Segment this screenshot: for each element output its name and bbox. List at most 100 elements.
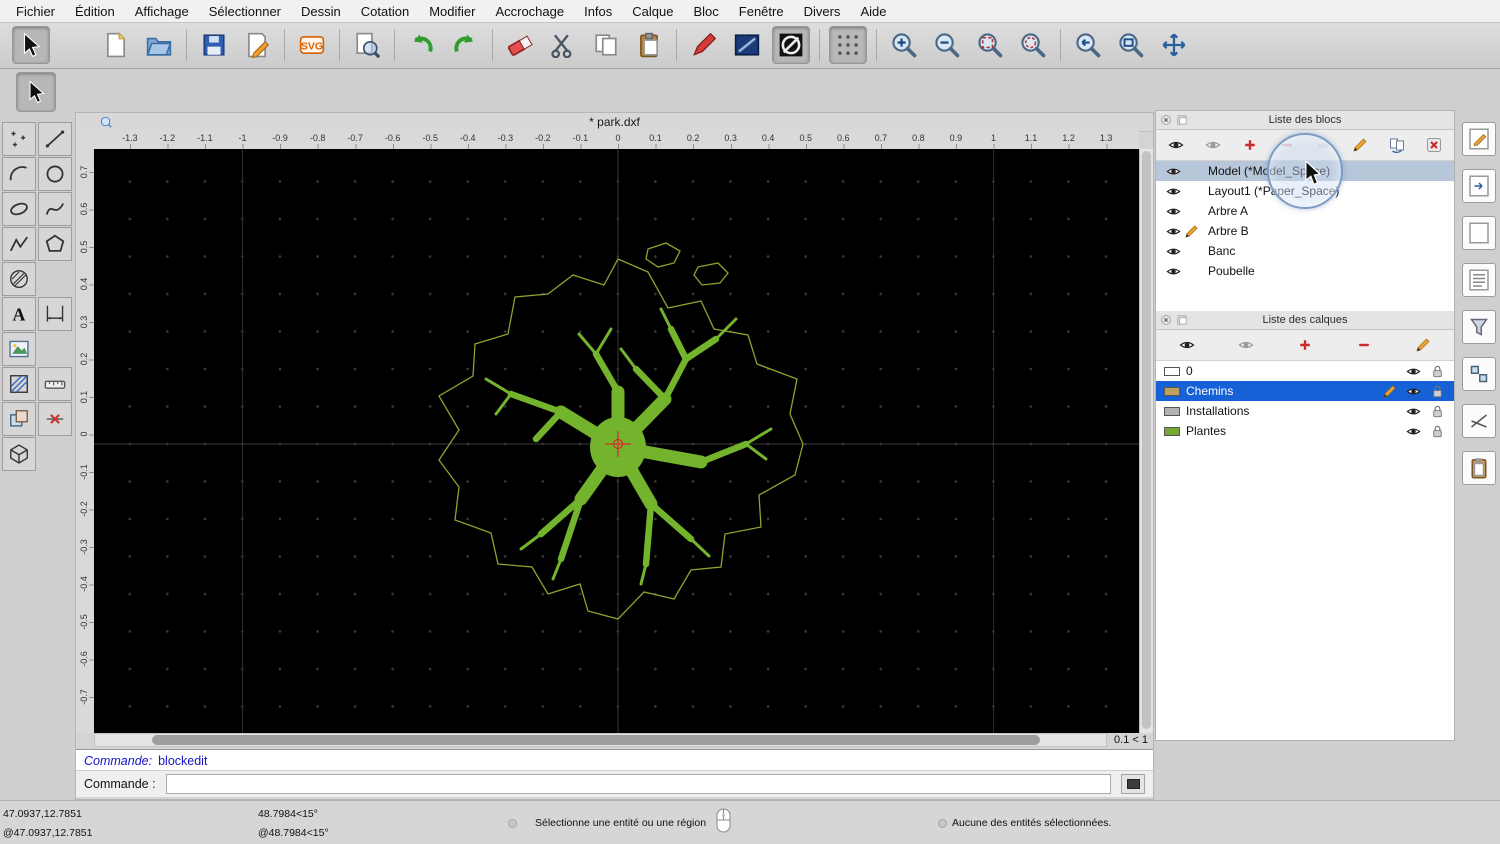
layer-visibility-toggle[interactable]	[1404, 363, 1422, 379]
save-document-button[interactable]	[196, 27, 232, 63]
block-visibility-toggle[interactable]	[1164, 163, 1182, 179]
paste-button[interactable]	[631, 27, 667, 63]
polygon-tool[interactable]	[38, 227, 72, 261]
detach-panel-button[interactable]	[1176, 114, 1188, 126]
layer-lock-toggle[interactable]	[1428, 363, 1446, 379]
vertical-scrollbar-thumb[interactable]	[1142, 151, 1151, 729]
layer-list-item[interactable]: Chemins	[1156, 381, 1454, 401]
show-block-button[interactable]	[1161, 133, 1191, 157]
layer-lock-toggle[interactable]	[1428, 383, 1446, 399]
menu-dessin[interactable]: Dessin	[291, 4, 351, 19]
layer-visibility-toggle[interactable]	[1404, 403, 1422, 419]
detach-panel-button[interactable]	[1176, 314, 1188, 326]
selection-tool-button[interactable]	[16, 72, 56, 112]
layer-lock-toggle[interactable]	[1428, 423, 1446, 439]
menu-edition[interactable]: Édition	[65, 4, 125, 19]
open-document-button[interactable]	[141, 27, 177, 63]
dock-property-editor[interactable]	[1462, 122, 1496, 156]
menu-accrochage[interactable]: Accrochage	[485, 4, 574, 19]
drawing-canvas[interactable]	[94, 149, 1139, 733]
insert-block-button[interactable]	[1382, 133, 1412, 157]
menu-infos[interactable]: Infos	[574, 4, 622, 19]
layer-visibility-toggle[interactable]	[1404, 423, 1422, 439]
menu-aide[interactable]: Aide	[850, 4, 896, 19]
layer-list-item[interactable]: 0	[1156, 361, 1454, 381]
menu-bloc[interactable]: Bloc	[683, 4, 728, 19]
command-input[interactable]	[166, 774, 1111, 794]
menu-divers[interactable]: Divers	[794, 4, 851, 19]
draw-order-tool[interactable]	[2, 402, 36, 436]
ellipse-tool[interactable]	[2, 192, 36, 226]
line-tool[interactable]	[38, 122, 72, 156]
block-visibility-toggle[interactable]	[1164, 203, 1182, 219]
select-tool-button[interactable]	[12, 26, 50, 64]
zoom-selection-button[interactable]	[1015, 27, 1051, 63]
dock-view-list[interactable]	[1462, 263, 1496, 297]
print-preview-button[interactable]	[349, 27, 385, 63]
tree-canopy-blobs[interactable]	[646, 243, 728, 285]
hatch-tool[interactable]	[2, 367, 36, 401]
tree-branches[interactable]	[486, 309, 771, 584]
menu-calque[interactable]: Calque	[622, 4, 683, 19]
vertical-scrollbar[interactable]	[1139, 149, 1153, 733]
spline-tool[interactable]	[38, 192, 72, 226]
grid-toggle-button[interactable]	[829, 26, 867, 64]
block-list-item[interactable]: Banc	[1156, 241, 1454, 261]
command-expand-button[interactable]	[1121, 774, 1145, 794]
zoom-in-button[interactable]	[886, 27, 922, 63]
zoom-auto-button[interactable]	[972, 27, 1008, 63]
layer-lock-toggle[interactable]	[1428, 403, 1446, 419]
block-visibility-toggle[interactable]	[1164, 223, 1182, 239]
properties-button[interactable]	[729, 27, 765, 63]
edit-layer-button[interactable]	[1408, 333, 1438, 357]
menu-modifier[interactable]: Modifier	[419, 4, 485, 19]
image-tool[interactable]	[2, 332, 36, 366]
layer-visibility-toggle[interactable]	[1404, 383, 1422, 399]
copy-button[interactable]	[588, 27, 624, 63]
points-tool[interactable]	[2, 122, 36, 156]
polyline-tool[interactable]	[2, 227, 36, 261]
dock-line-patterns[interactable]	[1462, 404, 1496, 438]
menu-fenetre[interactable]: Fenêtre	[729, 4, 794, 19]
delete-button[interactable]	[502, 27, 538, 63]
menu-fichier[interactable]: Fichier	[6, 4, 65, 19]
snap-tool[interactable]	[38, 402, 72, 436]
block-list-item[interactable]: Poubelle	[1156, 261, 1454, 281]
drawing-canvas-area[interactable]	[94, 149, 1139, 733]
measure-tool[interactable]	[38, 367, 72, 401]
isometric-view-tool[interactable]	[2, 437, 36, 471]
block-visibility-toggle[interactable]	[1164, 243, 1182, 259]
horizontal-scrollbar-thumb[interactable]	[152, 735, 1040, 745]
dock-library-browser[interactable]	[1462, 169, 1496, 203]
dock-block-browser[interactable]	[1462, 357, 1496, 391]
close-panel-button[interactable]	[1160, 114, 1172, 126]
drawing-preferences-button[interactable]	[239, 27, 275, 63]
text-tool[interactable]	[2, 297, 36, 331]
show-all-layers-button[interactable]	[1172, 333, 1202, 357]
zoom-previous-button[interactable]	[1070, 27, 1106, 63]
remove-layer-button[interactable]	[1349, 333, 1379, 357]
add-layer-button[interactable]	[1290, 333, 1320, 357]
arc-tool[interactable]	[2, 157, 36, 191]
no-fill-button[interactable]	[772, 26, 810, 64]
zoom-out-button[interactable]	[929, 27, 965, 63]
layer-list-item[interactable]: Plantes	[1156, 421, 1454, 441]
hide-block-button[interactable]	[1198, 133, 1228, 157]
zoom-window-button[interactable]	[1113, 27, 1149, 63]
close-panel-button[interactable]	[1160, 314, 1172, 326]
horizontal-scrollbar[interactable]	[94, 733, 1107, 747]
menu-cotation[interactable]: Cotation	[351, 4, 419, 19]
redo-button[interactable]	[447, 27, 483, 63]
svg-export-button[interactable]	[294, 27, 330, 63]
add-block-button[interactable]	[1235, 133, 1265, 157]
cut-button[interactable]	[545, 27, 581, 63]
dock-selection-filter[interactable]	[1462, 310, 1496, 344]
delete-block-button[interactable]	[1419, 133, 1449, 157]
block-visibility-toggle[interactable]	[1164, 183, 1182, 199]
layer-list-item[interactable]: Installations	[1156, 401, 1454, 421]
dimension-tool[interactable]	[38, 297, 72, 331]
new-document-button[interactable]	[98, 27, 134, 63]
attributes-pen-button[interactable]	[686, 27, 722, 63]
menu-affichage[interactable]: Affichage	[125, 4, 199, 19]
dock-blank-panel[interactable]	[1462, 216, 1496, 250]
